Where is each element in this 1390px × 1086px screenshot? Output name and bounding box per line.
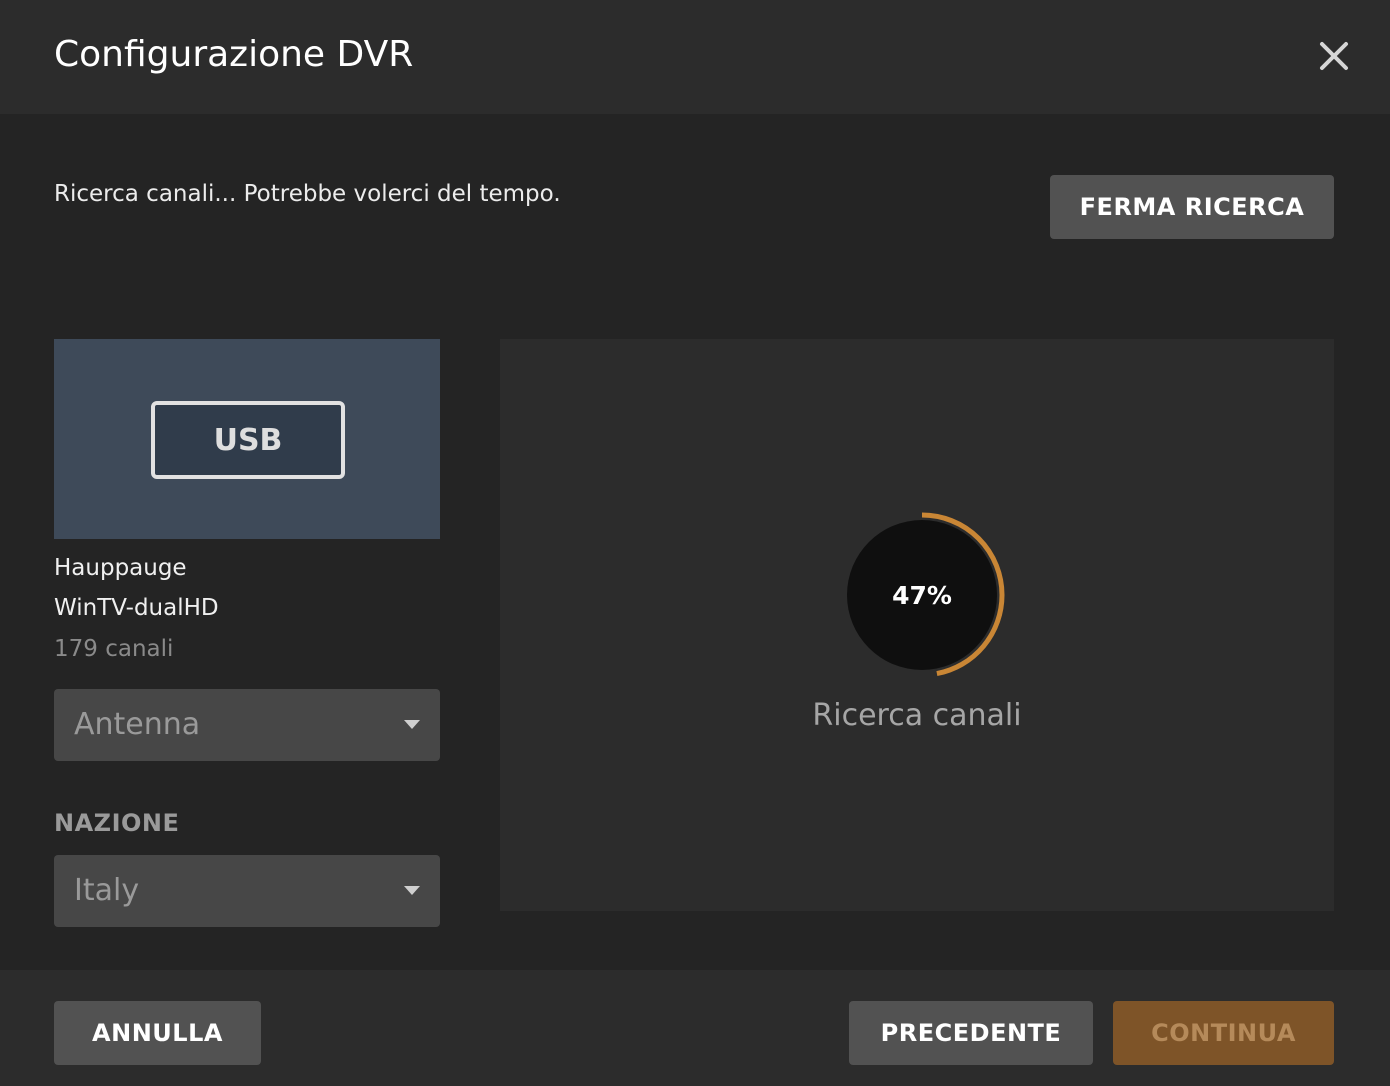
scan-panel: 47% Ricerca canali	[500, 339, 1334, 911]
source-select[interactable]: Antenna	[54, 689, 440, 761]
device-brand: Hauppauge	[54, 555, 187, 581]
stop-scan-button[interactable]: FERMA RICERCA	[1050, 175, 1334, 239]
continue-button[interactable]: CONTINUA	[1113, 1001, 1334, 1065]
country-select-value: Italy	[74, 873, 140, 908]
modal-footer: ANNULLA PRECEDENTE CONTINUA	[0, 970, 1390, 1086]
close-icon	[1320, 42, 1348, 70]
progress-percent: 47%	[892, 580, 952, 610]
dropdown-arrow-icon	[404, 886, 420, 895]
modal-title: Configurazione DVR	[54, 34, 414, 75]
previous-button[interactable]: PRECEDENTE	[849, 1001, 1093, 1065]
device-channel-count: 179 canali	[54, 636, 174, 662]
modal-header: Configurazione DVR	[0, 0, 1390, 114]
close-button[interactable]	[1310, 32, 1358, 80]
progress-ring: 47%	[836, 509, 1008, 681]
cancel-button[interactable]: ANNULLA	[54, 1001, 261, 1065]
country-label: NAZIONE	[54, 809, 180, 837]
scan-status-text: Ricerca canali... Potrebbe volerci del t…	[54, 181, 561, 207]
dvr-setup-modal: Configurazione DVR Ricerca canali... Pot…	[0, 0, 1390, 1086]
country-select[interactable]: Italy	[54, 855, 440, 927]
device-model: WinTV-dualHD	[54, 595, 219, 621]
device-card: USB	[54, 339, 440, 539]
dropdown-arrow-icon	[404, 720, 420, 729]
progress-label: Ricerca canali	[812, 698, 1022, 733]
usb-icon: USB	[151, 401, 345, 479]
source-select-value: Antenna	[74, 707, 201, 742]
